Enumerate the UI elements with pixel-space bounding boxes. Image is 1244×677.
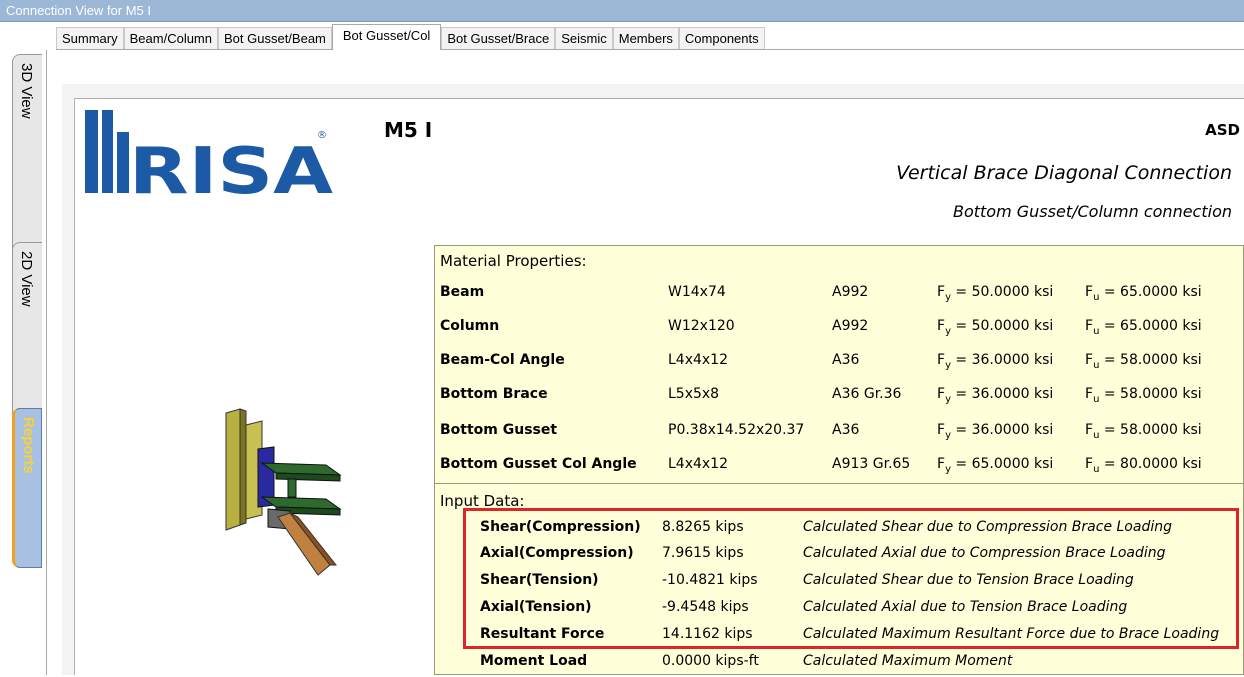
material-grade: A913 Gr.65 [832,456,911,472]
material-grade: A36 [832,422,860,438]
material-shape: W12x120 [668,318,735,334]
material-fy: Fy = 50.0000 ksi [937,284,1054,303]
material-grade: A992 [832,284,869,300]
input-value: 0.0000 kips-ft [662,653,759,669]
material-fu: Fu = 65.0000 ksi [1085,284,1202,303]
material-row: Bottom Gusset P0.38x14.52x20.37 A36 Fy =… [440,420,1240,454]
material-fu: Fu = 58.0000 ksi [1085,352,1202,371]
model-name: M5 I [384,118,433,142]
material-fy: Fy = 65.0000 ksi [937,456,1054,475]
material-fu: Fu = 80.0000 ksi [1085,456,1202,475]
risa-logo: RISA ® [85,108,345,209]
risa-logo-mark: RISA ® [85,110,334,209]
logo-wordmark: RISA [129,135,334,198]
section-divider [435,483,1244,484]
side-tab-label: Reports [20,417,37,474]
material-fy: Fy = 50.0000 ksi [937,318,1054,337]
material-fy: Fy = 36.0000 ksi [937,386,1054,405]
material-properties-label: Material Properties: [440,252,587,270]
material-fu: Fu = 65.0000 ksi [1085,318,1202,337]
input-description: Calculated Maximum Moment [803,653,1013,669]
highlight-box [463,508,1239,649]
side-tab-3d-view[interactable]: 3D View [12,54,42,259]
logo-registered: ® [317,130,327,141]
material-name: Bottom Gusset Col Angle [440,456,637,472]
material-fu: Fu = 58.0000 ksi [1085,422,1202,441]
material-fu: Fu = 58.0000 ksi [1085,386,1202,405]
tab-strip: Summary Beam/Column Bot Gusset/Beam Bot … [56,24,765,50]
tab-bot-gusset-beam[interactable]: Bot Gusset/Beam [218,27,332,50]
tab-summary[interactable]: Summary [56,27,124,50]
material-name: Bottom Gusset [440,422,558,438]
material-row: Beam W14x74 A992 Fy = 50.0000 ksi Fu = 6… [440,282,1240,316]
tab-beam-column[interactable]: Beam/Column [123,27,218,50]
material-row: Column W12x120 A992 Fy = 50.0000 ksi Fu … [440,316,1240,350]
material-shape: W14x74 [668,284,726,300]
material-name: Beam-Col Angle [440,352,565,368]
input-name: Moment Load [480,653,588,669]
report-frame-left [62,84,74,675]
material-shape: L4x4x12 [668,456,728,472]
side-tab-label: 3D View [18,63,35,119]
material-row: Beam-Col Angle L4x4x12 A36 Fy = 36.0000 … [440,350,1240,384]
connection-model-image [225,408,342,576]
material-shape: L5x5x8 [668,386,720,402]
tab-bot-gusset-col[interactable]: Bot Gusset/Col [331,24,442,50]
material-name: Column [440,318,500,334]
input-row: Moment Load 0.0000 kips-ft Calculated Ma… [480,651,1240,677]
material-fy: Fy = 36.0000 ksi [937,422,1054,441]
material-grade: A36 [832,352,860,368]
side-tab-reports[interactable]: Reports [12,408,42,568]
side-tab-2d-view[interactable]: 2D View [12,242,42,422]
side-tab-label: 2D View [18,251,35,307]
tab-seismic[interactable]: Seismic [555,27,613,50]
side-tab-strip: 3D View 2D View Reports [0,22,42,675]
material-shape: L4x4x12 [668,352,728,368]
connection-title: Vertical Brace Diagonal Connection [896,162,1232,184]
material-row: Bottom Brace L5x5x8 A36 Gr.36 Fy = 36.00… [440,384,1240,418]
connection-3d-thumbnail [218,405,348,580]
tab-components[interactable]: Components [678,27,765,50]
tab-bot-gusset-brace[interactable]: Bot Gusset/Brace [441,27,556,50]
material-name: Beam [440,284,485,300]
window-title: Connection View for M5 I [0,0,1244,22]
material-name: Bottom Brace [440,386,548,402]
material-grade: A36 Gr.36 [832,386,902,402]
report-frame-top [62,84,1244,98]
connection-subtitle: Bottom Gusset/Column connection [952,202,1232,221]
material-shape: P0.38x14.52x20.37 [668,422,805,438]
material-grade: A992 [832,318,869,334]
tab-members[interactable]: Members [612,27,679,50]
design-method: ASD [1205,121,1240,139]
material-fy: Fy = 36.0000 ksi [937,352,1054,371]
